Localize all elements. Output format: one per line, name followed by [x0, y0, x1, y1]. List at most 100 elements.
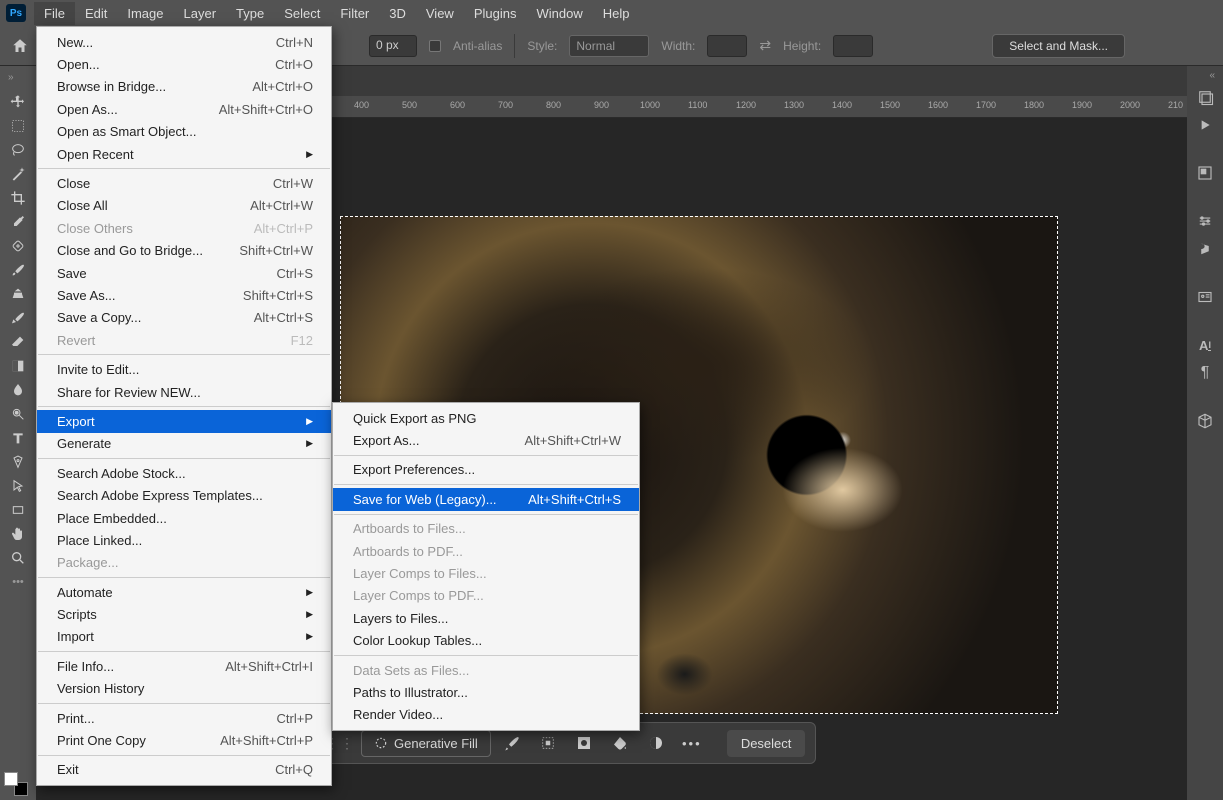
menu-item[interactable]: SaveCtrl+S: [37, 262, 331, 284]
menu-item[interactable]: Browse in Bridge...Alt+Ctrl+O: [37, 76, 331, 98]
menu-item[interactable]: Export: [37, 410, 331, 432]
menu-item[interactable]: Quick Export as PNG: [333, 407, 639, 429]
menu-item[interactable]: Color Lookup Tables...: [333, 630, 639, 652]
menu-item[interactable]: New...Ctrl+N: [37, 31, 331, 53]
libraries-panel-icon[interactable]: [1194, 286, 1216, 308]
invert-selection-icon[interactable]: [569, 729, 599, 757]
menu-separator: [38, 703, 330, 704]
menu-item[interactable]: Search Adobe Stock...: [37, 462, 331, 484]
move-tool[interactable]: [2, 90, 34, 114]
menu-item[interactable]: Save As...Shift+Ctrl+S: [37, 284, 331, 306]
menu-item[interactable]: Automate: [37, 581, 331, 603]
clone-stamp-tool[interactable]: [2, 282, 34, 306]
brush-action-icon[interactable]: [497, 729, 527, 757]
menu-item[interactable]: Print...Ctrl+P: [37, 707, 331, 729]
menu-item[interactable]: Print One CopyAlt+Shift+Ctrl+P: [37, 729, 331, 751]
menu-item[interactable]: Search Adobe Express Templates...: [37, 484, 331, 506]
pen-tool[interactable]: [2, 450, 34, 474]
menu-item[interactable]: Open...Ctrl+O: [37, 53, 331, 75]
fill-action-icon[interactable]: [605, 729, 635, 757]
menu-item[interactable]: Share for Review NEW...: [37, 381, 331, 403]
3d-panel-icon[interactable]: [1194, 410, 1216, 432]
menu-item[interactable]: File Info...Alt+Shift+Ctrl+I: [37, 655, 331, 677]
menu-plugins[interactable]: Plugins: [464, 2, 527, 25]
menu-item[interactable]: Generate: [37, 433, 331, 455]
menu-image[interactable]: Image: [117, 2, 173, 25]
menu-type[interactable]: Type: [226, 2, 274, 25]
character-panel-icon[interactable]: AI: [1194, 334, 1216, 356]
magic-wand-tool[interactable]: [2, 162, 34, 186]
menu-item[interactable]: Close AllAlt+Ctrl+W: [37, 195, 331, 217]
menu-select[interactable]: Select: [274, 2, 330, 25]
brush-tool[interactable]: [2, 258, 34, 282]
shortcut-label: F12: [291, 333, 313, 348]
adjustments-panel-icon[interactable]: [1194, 210, 1216, 232]
color-swatches[interactable]: [4, 772, 28, 796]
select-and-mask-button[interactable]: Select and Mask...: [992, 34, 1125, 58]
menu-item[interactable]: Save a Copy...Alt+Ctrl+S: [37, 307, 331, 329]
menu-item[interactable]: Export As...Alt+Shift+Ctrl+W: [333, 429, 639, 451]
deselect-button[interactable]: Deselect: [727, 730, 806, 757]
menu-item[interactable]: Render Video...: [333, 704, 639, 726]
styles-panel-icon[interactable]: [1194, 238, 1216, 260]
menu-item[interactable]: CloseCtrl+W: [37, 172, 331, 194]
menu-item[interactable]: Open As...Alt+Shift+Ctrl+O: [37, 98, 331, 120]
feather-field[interactable]: 0 px: [369, 35, 417, 57]
modify-selection-icon[interactable]: [533, 729, 563, 757]
menu-window[interactable]: Window: [526, 2, 592, 25]
menu-item[interactable]: Place Linked...: [37, 529, 331, 551]
menu-item[interactable]: Save for Web (Legacy)...Alt+Shift+Ctrl+S: [333, 488, 639, 510]
generative-fill-button[interactable]: Generative Fill: [361, 730, 491, 757]
menu-separator: [334, 484, 638, 485]
swap-dims-icon[interactable]: ⇄: [759, 37, 771, 54]
path-selection-tool[interactable]: [2, 474, 34, 498]
home-icon[interactable]: [8, 34, 32, 58]
hand-tool[interactable]: [2, 522, 34, 546]
collapse-icon[interactable]: »: [8, 72, 14, 83]
menu-3d[interactable]: 3D: [379, 2, 416, 25]
paragraph-panel-icon[interactable]: ¶: [1194, 362, 1216, 384]
more-actions-icon[interactable]: •••: [677, 729, 707, 757]
menu-help[interactable]: Help: [593, 2, 640, 25]
actions-panel-icon[interactable]: [1194, 114, 1216, 136]
menu-edit[interactable]: Edit: [75, 2, 117, 25]
style-select[interactable]: Normal: [569, 35, 649, 57]
menu-item[interactable]: ExitCtrl+Q: [37, 759, 331, 781]
menu-item: Data Sets as Files...: [333, 659, 639, 681]
dodge-tool[interactable]: [2, 402, 34, 426]
menu-item[interactable]: Open Recent: [37, 143, 331, 165]
menu-item-label: Automate: [57, 585, 113, 600]
type-tool[interactable]: [2, 426, 34, 450]
menu-item[interactable]: Paths to Illustrator...: [333, 681, 639, 703]
eyedropper-tool[interactable]: [2, 210, 34, 234]
menu-item[interactable]: Invite to Edit...: [37, 358, 331, 380]
menu-view[interactable]: View: [416, 2, 464, 25]
menu-item[interactable]: Open as Smart Object...: [37, 121, 331, 143]
crop-tool[interactable]: [2, 186, 34, 210]
menu-item[interactable]: Layers to Files...: [333, 607, 639, 629]
rectangle-tool[interactable]: [2, 498, 34, 522]
history-panel-icon[interactable]: [1194, 86, 1216, 108]
edit-toolbar[interactable]: •••: [2, 570, 34, 594]
zoom-tool[interactable]: [2, 546, 34, 570]
history-brush-tool[interactable]: [2, 306, 34, 330]
menu-item[interactable]: Version History: [37, 678, 331, 700]
menu-item[interactable]: Place Embedded...: [37, 507, 331, 529]
marquee-tool[interactable]: [2, 114, 34, 138]
menu-layer[interactable]: Layer: [174, 2, 227, 25]
antialias-checkbox[interactable]: [429, 40, 441, 52]
menu-item[interactable]: Close and Go to Bridge...Shift+Ctrl+W: [37, 240, 331, 262]
menu-item[interactable]: Export Preferences...: [333, 459, 639, 481]
mask-action-icon[interactable]: [641, 729, 671, 757]
gradient-tool[interactable]: [2, 354, 34, 378]
menu-filter[interactable]: Filter: [330, 2, 379, 25]
menu-item[interactable]: Import: [37, 626, 331, 648]
eraser-tool[interactable]: [2, 330, 34, 354]
healing-brush-tool[interactable]: [2, 234, 34, 258]
lasso-tool[interactable]: [2, 138, 34, 162]
blur-tool[interactable]: [2, 378, 34, 402]
properties-panel-icon[interactable]: [1194, 162, 1216, 184]
menu-item[interactable]: Scripts: [37, 603, 331, 625]
collapse-icon[interactable]: «: [1209, 70, 1215, 81]
menu-file[interactable]: File: [34, 2, 75, 25]
